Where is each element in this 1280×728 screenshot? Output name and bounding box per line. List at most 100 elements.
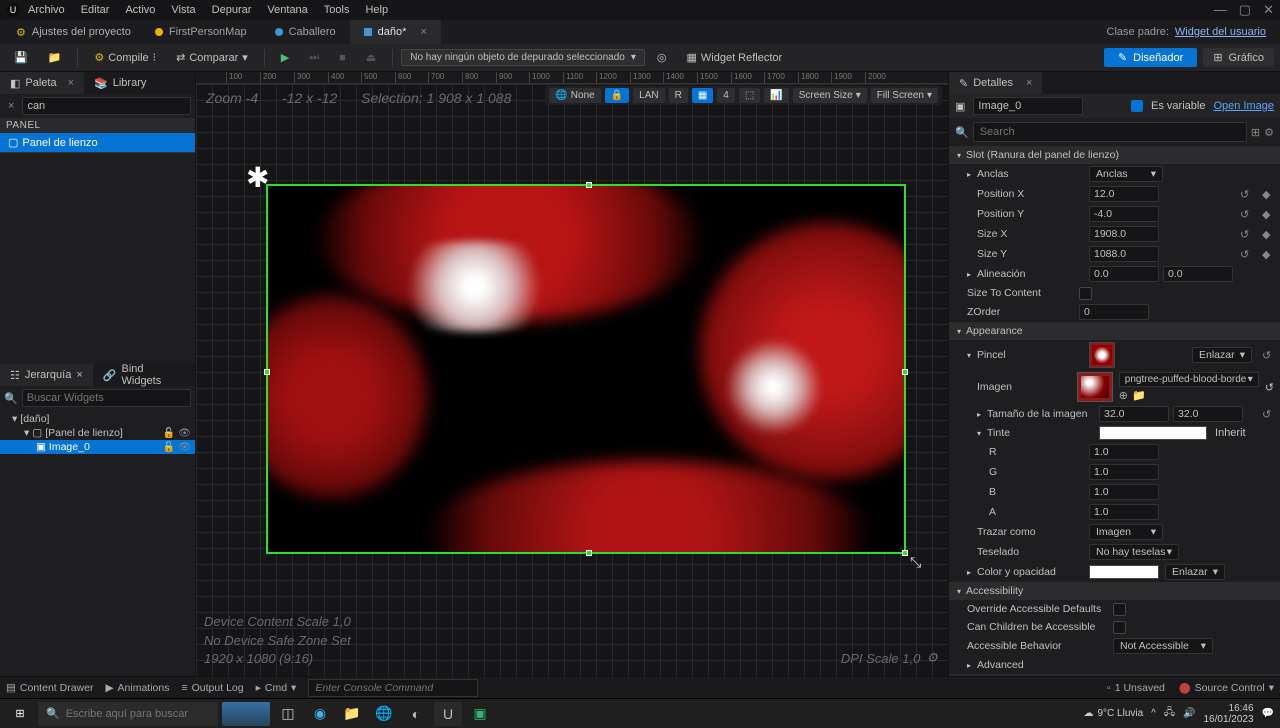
close-tab-icon[interactable]: × (420, 26, 426, 38)
resize-handle-right[interactable] (902, 369, 908, 375)
tray-clock[interactable]: 16:4616/01/2023 (1203, 703, 1253, 725)
image-asset-thumbnail[interactable] (1077, 372, 1113, 402)
reset-icon[interactable]: ↺ (1262, 349, 1274, 362)
lock-icon[interactable]: 🔓 (163, 428, 175, 439)
eye-icon[interactable]: 👁 (178, 428, 191, 439)
hierarchy-tab[interactable]: ☷Jerarquía× (0, 364, 93, 386)
eject-button[interactable]: ⏏ (358, 47, 384, 69)
menu-view[interactable]: Vista (171, 4, 195, 16)
hierarchy-search-input[interactable] (22, 389, 191, 407)
align-y-input[interactable] (1163, 266, 1233, 282)
pos-y-input[interactable] (1089, 206, 1159, 222)
tab-widget-active[interactable]: daño* × (350, 20, 441, 44)
play-button[interactable]: ▶ (273, 47, 297, 69)
unreal-app[interactable]: U (434, 702, 462, 726)
brush-preview[interactable] (1089, 342, 1115, 368)
close-button[interactable]: ✕ (1263, 2, 1274, 18)
explorer-app[interactable]: 📁 (338, 702, 366, 726)
output-log-button[interactable]: ≡Output Log (181, 682, 243, 694)
tab-project-settings[interactable]: ⚙ Ajustes del proyecto (6, 26, 141, 39)
resize-handle-top[interactable] (586, 182, 592, 188)
tiling-dropdown[interactable]: No hay teselas▾ (1089, 544, 1179, 560)
clear-search-icon[interactable]: × (4, 100, 18, 112)
cmd-dropdown[interactable]: ▸Cmd ▾ (256, 682, 297, 694)
draw-as-dropdown[interactable]: Imagen▾ (1089, 524, 1163, 540)
vp-lan-button[interactable]: LAN (633, 88, 664, 103)
brush-bind-dropdown[interactable]: Enlazar▾ (1192, 347, 1252, 363)
edge-app[interactable]: ◉ (306, 702, 334, 726)
stop-button[interactable]: ■ (331, 47, 354, 69)
category-accessibility[interactable]: ▾Accessibility (949, 582, 1280, 600)
pos-x-input[interactable] (1089, 186, 1159, 202)
weather-widget[interactable] (222, 702, 270, 726)
category-behavior[interactable]: ▾Behavior (949, 674, 1280, 676)
is-variable-checkbox[interactable] (1131, 100, 1143, 112)
tray-weather[interactable]: ☁9°C Lluvia (1083, 708, 1143, 719)
vp-outline-button[interactable]: ⬚ (739, 88, 760, 103)
tray-notification-icon[interactable]: 💬 (1262, 708, 1274, 719)
menu-edit[interactable]: Editar (81, 4, 110, 16)
task-view-button[interactable]: ◫ (274, 702, 302, 726)
close-icon[interactable]: × (1026, 77, 1032, 89)
find-debug-button[interactable]: ◎ (649, 47, 675, 69)
other-app[interactable]: ▣ (466, 702, 494, 726)
library-tab[interactable]: 📚Library (84, 72, 156, 94)
anchors-dropdown[interactable]: Anclas▾ (1089, 166, 1163, 182)
size-x-input[interactable] (1089, 226, 1159, 242)
size-to-content-checkbox[interactable] (1079, 287, 1092, 300)
reset-icon[interactable]: ↺ (1240, 188, 1252, 201)
menu-asset[interactable]: Activo (125, 4, 155, 16)
a-input[interactable] (1089, 504, 1159, 520)
diamond-icon[interactable]: ◆ (1262, 248, 1274, 261)
b-input[interactable] (1089, 484, 1159, 500)
category-slot[interactable]: ▾Slot (Ranura del panel de lienzo) (949, 146, 1280, 164)
resize-handle-bottom[interactable] (586, 550, 592, 556)
hierarchy-canvas-panel[interactable]: ▾▢[Panel de lienzo]🔓👁 (0, 426, 195, 440)
diamond-icon[interactable]: ◆ (1262, 228, 1274, 241)
zorder-input[interactable] (1079, 304, 1149, 320)
widget-name-input[interactable] (973, 97, 1083, 115)
chrome-app[interactable]: 🌐 (370, 702, 398, 726)
canvas-area[interactable]: ✱ ⤡ (196, 84, 948, 676)
bind-widgets-tab[interactable]: 🔗Bind Widgets (93, 364, 195, 386)
reset-icon[interactable]: ↺ (1265, 381, 1274, 394)
image-sy-input[interactable] (1173, 406, 1243, 422)
resize-handle-left[interactable] (264, 369, 270, 375)
image-asset-dropdown[interactable]: pngtree-puffed-blood-borde▾ (1119, 372, 1259, 387)
open-image-link[interactable]: Open Image (1213, 100, 1274, 112)
windows-search[interactable]: 🔍 (38, 702, 218, 726)
gear-icon[interactable]: ⚙ (926, 650, 938, 666)
resize-handle-br[interactable] (902, 550, 908, 556)
console-input[interactable] (308, 679, 478, 697)
browse-button[interactable]: 📁 (40, 47, 70, 69)
vp-locale-button[interactable]: 🌐None (549, 88, 600, 103)
tray-network-icon[interactable]: 🖧 (1164, 705, 1175, 722)
skip-button[interactable]: ⏭ (301, 47, 327, 69)
graph-mode-button[interactable]: ⊞Gráfico (1203, 48, 1274, 67)
view-options-icon[interactable]: ⊞ (1251, 126, 1260, 139)
steam-app[interactable]: ◐ (402, 702, 430, 726)
lock-icon[interactable]: 🔓 (163, 442, 175, 453)
reset-icon[interactable]: ↺ (1240, 208, 1252, 221)
source-control-button[interactable]: ⬤Source Control ▾ (1179, 682, 1274, 694)
tint-color-swatch[interactable] (1099, 426, 1207, 440)
category-appearance[interactable]: ▾Appearance (949, 322, 1280, 340)
menu-debug[interactable]: Depurar (212, 4, 252, 16)
vp-grid-value[interactable]: 4 (717, 88, 735, 103)
content-drawer-button[interactable]: ▤Content Drawer (6, 682, 93, 694)
compile-button[interactable]: ⚙Compile⁝ (86, 47, 164, 69)
windows-search-input[interactable] (66, 708, 210, 720)
reset-icon[interactable]: ↺ (1262, 408, 1274, 421)
use-selected-icon[interactable]: ⊕ (1119, 389, 1128, 402)
tray-up-icon[interactable]: ^ (1151, 708, 1156, 719)
close-icon[interactable]: × (76, 369, 82, 381)
close-icon[interactable]: × (68, 77, 74, 89)
details-tab[interactable]: ✎Detalles× (949, 72, 1042, 94)
palette-category-panel[interactable]: PANEL (0, 118, 195, 133)
tray-volume-icon[interactable]: 🔊 (1183, 708, 1195, 719)
g-input[interactable] (1089, 464, 1159, 480)
animations-button[interactable]: ▶Animations (105, 682, 169, 694)
palette-item-canvas-panel[interactable]: ▢Panel de lienzo (0, 133, 195, 152)
details-search-input[interactable] (973, 122, 1247, 142)
minimize-button[interactable]: — (1214, 2, 1227, 18)
